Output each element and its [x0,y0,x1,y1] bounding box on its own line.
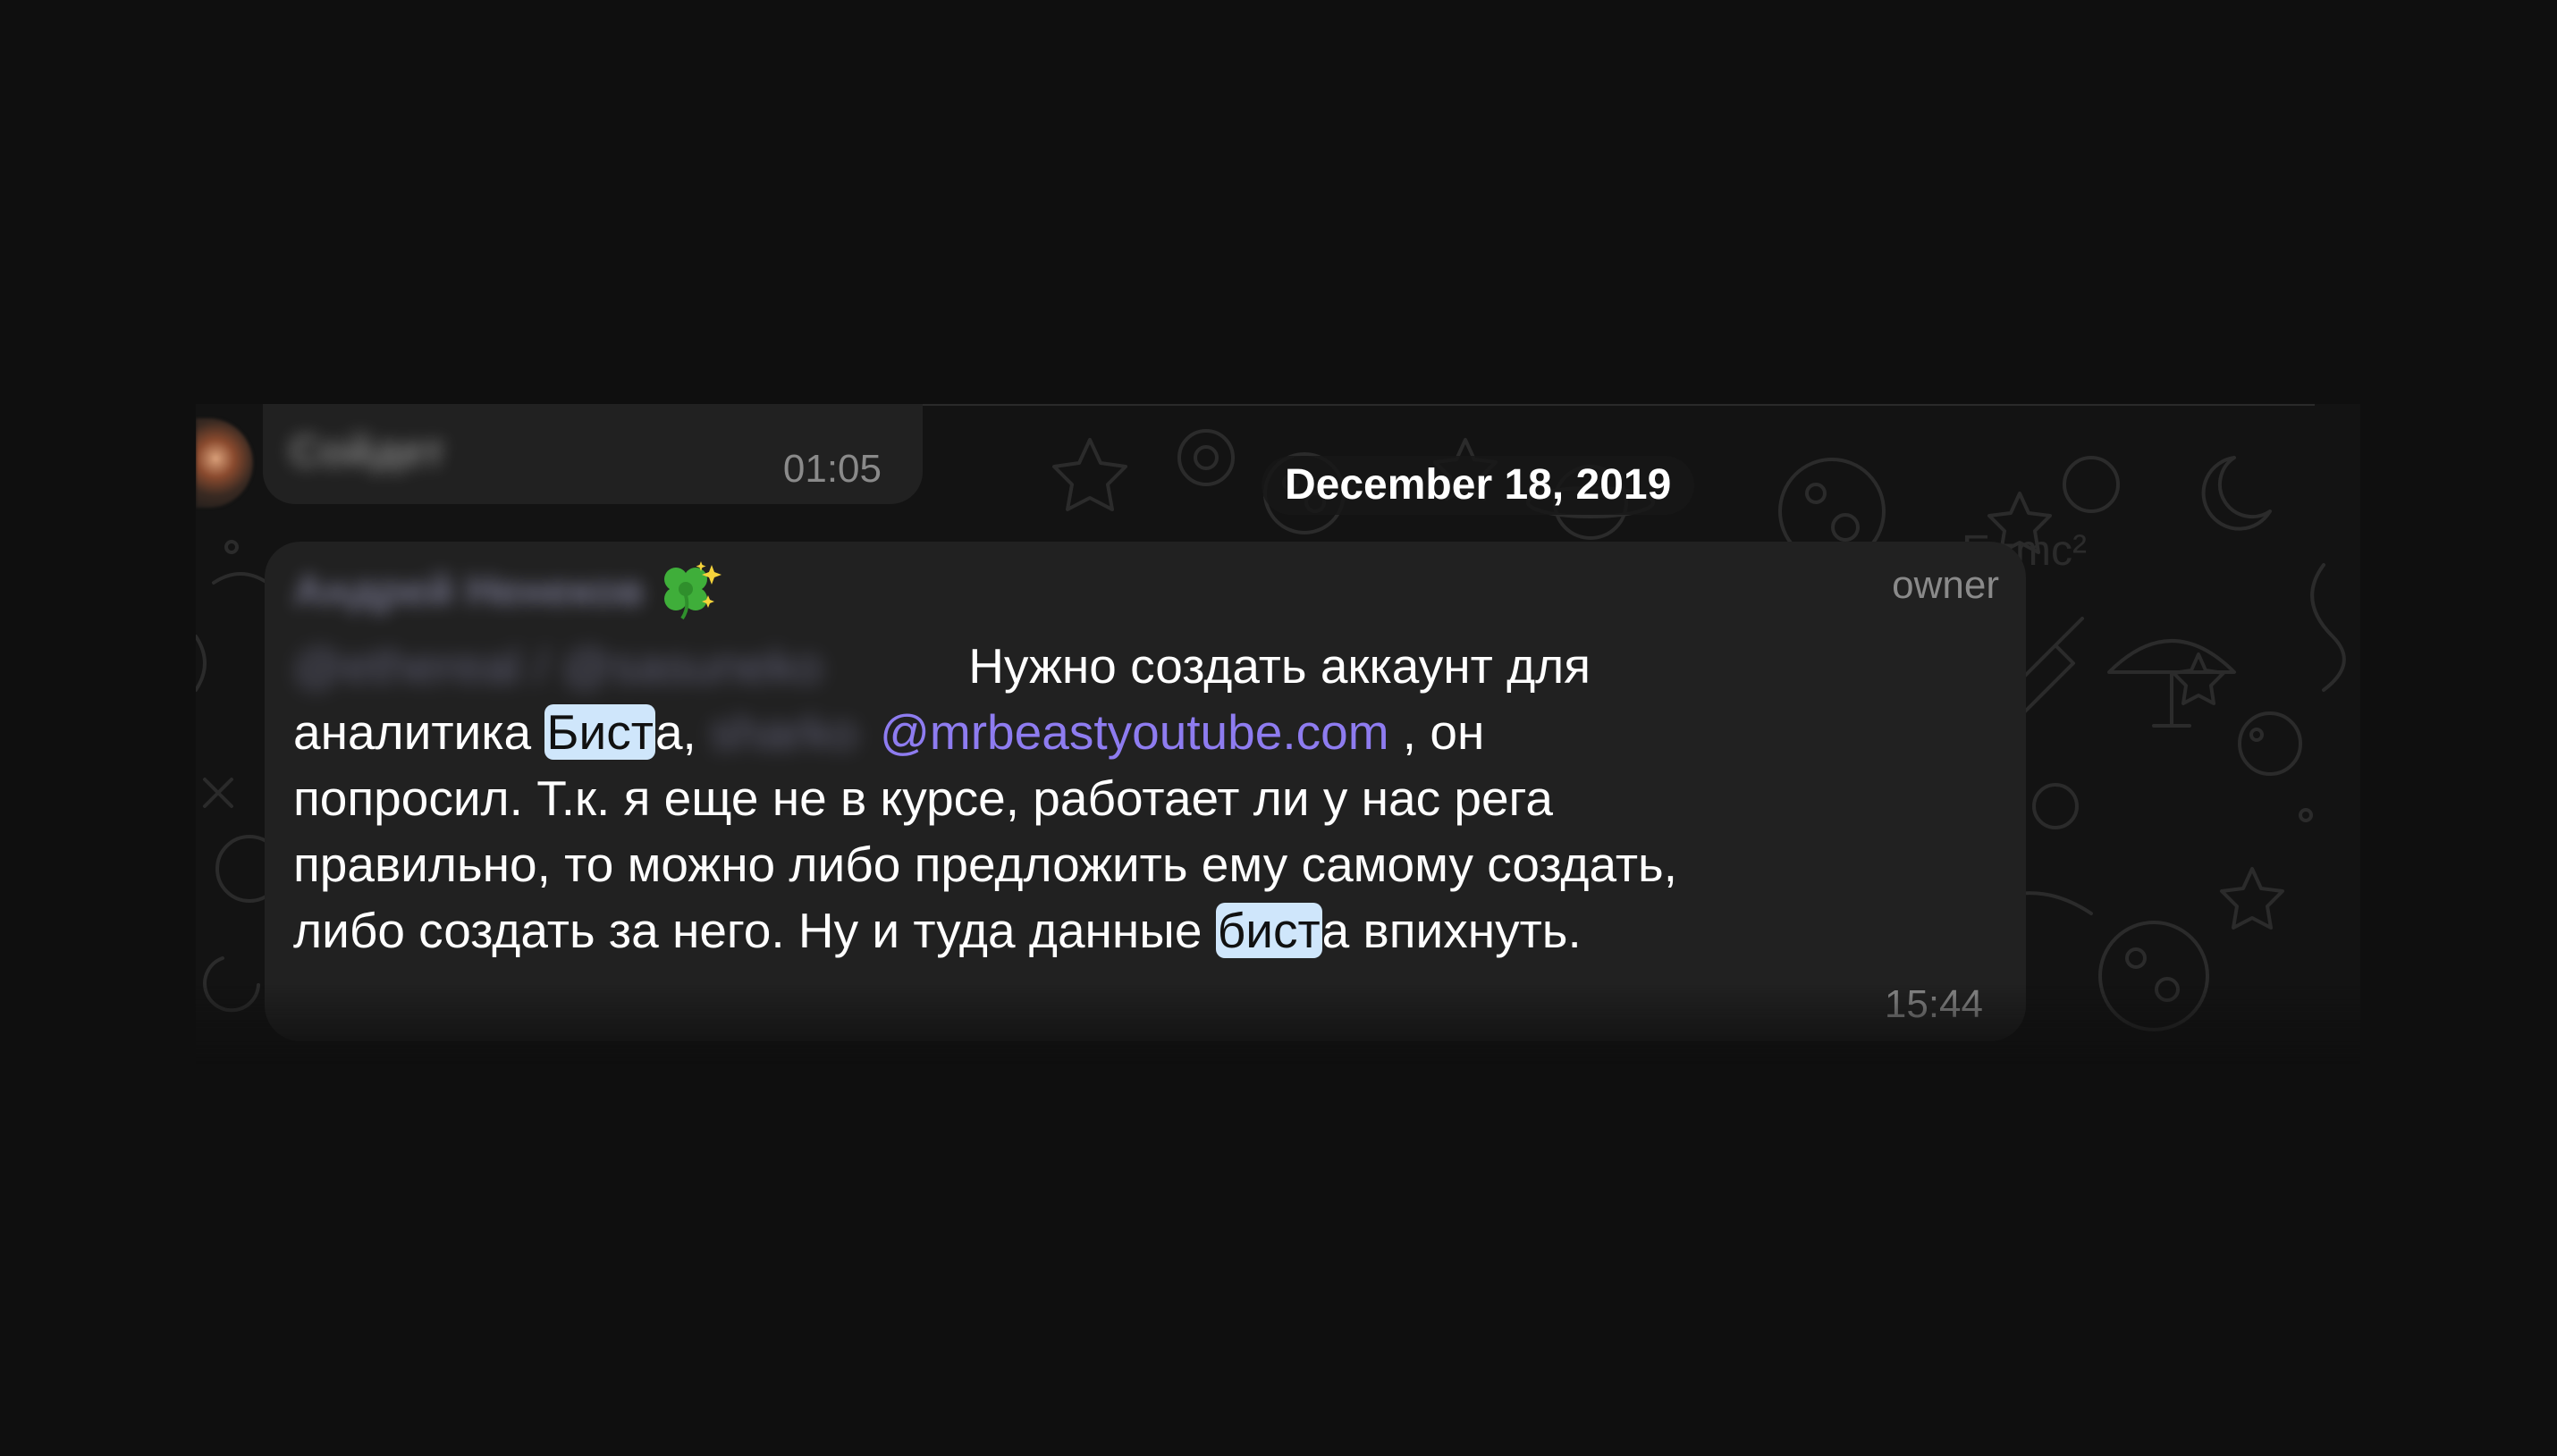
redacted-username[interactable]: sharko [710,699,880,765]
message-line-2: аналитика Биста, sharko @mrbeastyoutube.c… [293,699,2001,765]
message-line-1: @ethereal / @sasuneko Нужно создать акка… [293,633,2001,699]
previous-message-text: Сойдет [290,428,445,476]
redacted-mentions[interactable]: @ethereal / @sasuneko [293,633,955,699]
message-text-fragment: , он [1388,704,1485,760]
screenshot-page: E=mc² Сойдет 01:05 December 18, 2019 Анд… [0,0,2557,1456]
role-badge: owner [1892,563,1999,607]
message-line-3: попросил. Т.к. я еще не в курсе, работае… [293,770,1553,826]
email-link[interactable]: @mrbeastyoutube.com [880,704,1388,760]
message-text-fragment: а, [654,704,711,760]
sender-row: Андрей Ненеков [293,560,724,622]
message-text-fragment: а впихнуть. [1321,903,1582,958]
message-time: 15:44 [1884,982,1983,1026]
message-line-5: либо создать за него. Ну и туда данные б… [293,897,2001,964]
message-line-4: правильно, то можно либо предложить ему … [293,837,1677,892]
clover-sparkles-icon [656,560,724,622]
sender-name[interactable]: Андрей Ненеков [293,567,644,616]
message-text: @ethereal / @sasuneko Нужно создать акка… [293,633,2001,964]
previous-message-bubble[interactable]: Сойдет 01:05 [263,404,923,504]
search-highlight: Бист [544,704,655,760]
message-text-prefix: аналитика [293,704,545,760]
previous-message-time: 01:05 [782,447,882,491]
message-bubble[interactable]: Андрей Ненеков owner @ethereal / @sasune… [265,542,2026,1041]
message-text-prefix: либо создать за него. Ну и туда данные [293,903,1216,958]
search-highlight: бист [1215,903,1322,958]
date-separator: December 18, 2019 [1262,456,1695,515]
message-text-line-1: Нужно создать аккаунт для [968,638,1591,694]
chat-area[interactable]: E=mc² Сойдет 01:05 December 18, 2019 Анд… [196,404,2360,1064]
